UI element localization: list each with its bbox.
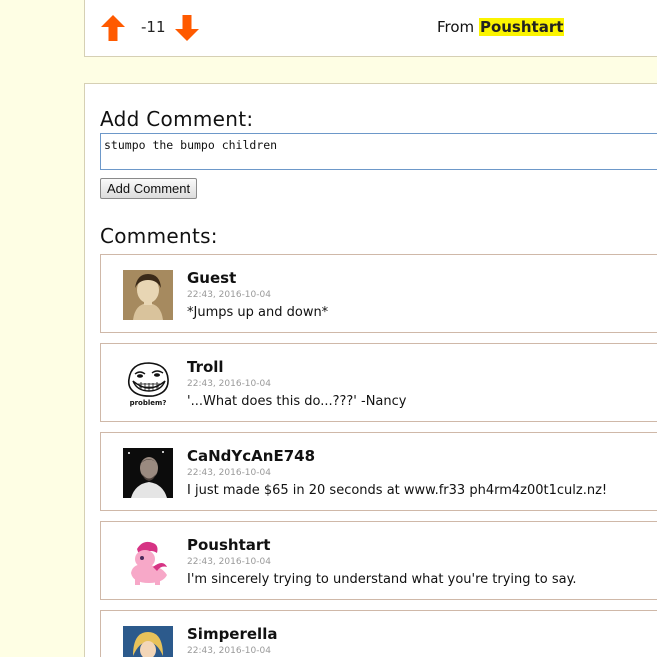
trollface-avatar: problem? — [123, 359, 173, 409]
upvote-arrow-icon[interactable] — [100, 14, 126, 42]
add-comment-heading: Add Comment: — [100, 107, 254, 131]
comment-author[interactable]: Poushtart — [187, 536, 270, 554]
comment-timestamp: 22:43, 2016-10-04 — [187, 290, 271, 300]
comment-timestamp: 22:43, 2016-10-04 — [187, 557, 271, 567]
from-line: From Poushtart — [437, 18, 565, 36]
from-label: From — [437, 18, 475, 36]
page: -11 From Poushtart Add Comment: stumpo t… — [0, 0, 657, 657]
comment-timestamp: 22:43, 2016-10-04 — [187, 379, 271, 389]
comment-card: Simperella 22:43, 2016-10-04 — [100, 610, 657, 657]
comment-author[interactable]: Troll — [187, 358, 224, 376]
pony-avatar — [123, 537, 173, 587]
comment-card: Guest 22:43, 2016-10-04 *Jumps up and do… — [100, 254, 657, 333]
vote-panel: -11 From Poushtart — [84, 0, 657, 57]
comment-text: I just made $65 in 20 seconds at www.fr3… — [187, 483, 608, 498]
comment-text: *Jumps up and down* — [187, 305, 329, 320]
comment-timestamp: 22:43, 2016-10-04 — [187, 646, 271, 656]
comments-heading: Comments: — [100, 224, 218, 248]
downvote-arrow-icon[interactable] — [174, 14, 200, 42]
comments-panel: Add Comment: stumpo the bumpo children A… — [84, 83, 657, 657]
vote-score: -11 — [141, 18, 166, 36]
add-comment-button[interactable]: Add Comment — [100, 178, 198, 199]
comment-author[interactable]: Simperella — [187, 625, 277, 643]
comment-text: '...What does this do...???' -Nancy — [187, 394, 407, 409]
comment-timestamp: 22:43, 2016-10-04 — [187, 468, 271, 478]
comment-card: CaNdYcAnE748 22:43, 2016-10-04 I just ma… — [100, 432, 657, 511]
comment-text: I'm sincerely trying to understand what … — [187, 572, 577, 587]
comment-input[interactable]: stumpo the bumpo children — [100, 133, 657, 170]
portrait-avatar — [123, 270, 173, 320]
comment-card: Poushtart 22:43, 2016-10-04 I'm sincerel… — [100, 521, 657, 600]
author-link[interactable]: Poushtart — [478, 18, 565, 36]
photo-avatar — [123, 448, 173, 498]
comment-author[interactable]: Guest — [187, 269, 236, 287]
comment-author[interactable]: CaNdYcAnE748 — [187, 447, 315, 465]
avatar-caption: problem? — [129, 399, 167, 407]
comment-card: problem? Troll 22:43, 2016-10-04 '...Wha… — [100, 343, 657, 422]
princess-avatar — [123, 626, 173, 657]
